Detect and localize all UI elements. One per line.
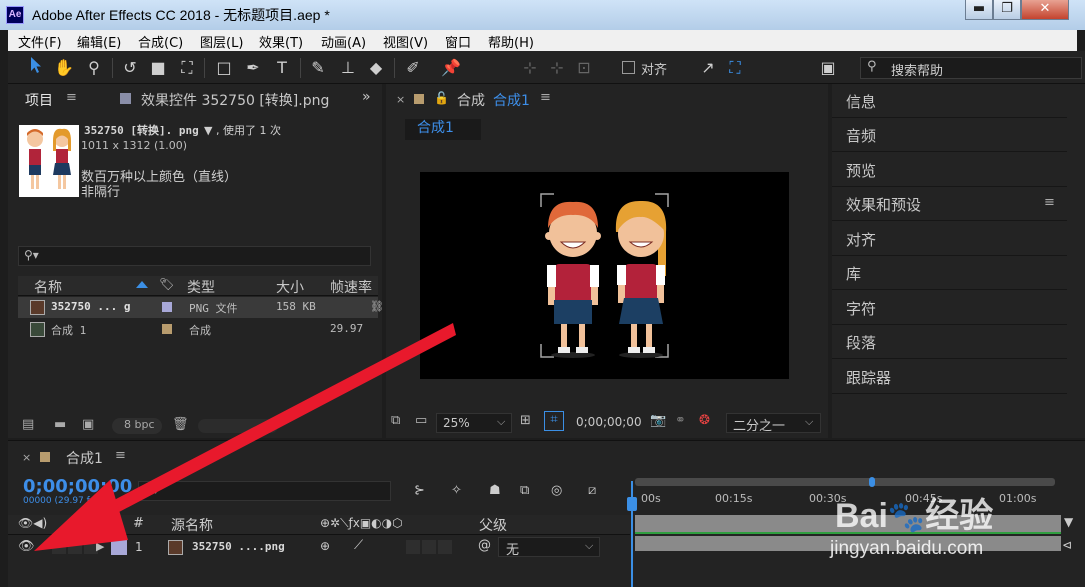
baidu-logo-cn: 经验 (925, 497, 994, 535)
baidu-logo-text: Bai (835, 497, 888, 535)
baidu-watermark-logo: Bai🐾经验 (835, 488, 993, 537)
paw-icon: 🐾 (887, 501, 926, 534)
baidu-watermark-url: jingyan.baidu.com (830, 538, 984, 559)
